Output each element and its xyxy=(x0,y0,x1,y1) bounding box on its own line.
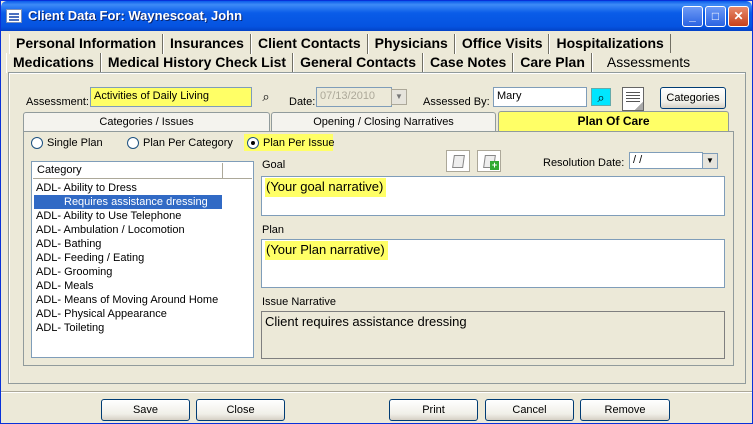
resolution-date-field[interactable]: / / xyxy=(629,152,703,169)
app-icon xyxy=(6,9,22,23)
issue-narrative-textarea[interactable]: Client requires assistance dressing xyxy=(261,311,725,359)
list-item-selected[interactable]: Requires assistance dressing xyxy=(34,195,222,209)
tab-categories-issues[interactable]: Categories / Issues xyxy=(23,112,270,132)
footer-divider xyxy=(1,391,752,393)
client-data-window: Client Data For: Waynescoat, John _ □ ✕ … xyxy=(0,0,753,424)
tab-case-notes[interactable]: Case Notes xyxy=(423,53,514,73)
radio-plan-per-issue[interactable] xyxy=(247,137,259,149)
tab-insurances[interactable]: Insurances xyxy=(163,34,251,54)
tab-care-plan[interactable]: Care Plan xyxy=(513,53,592,73)
issue-narrative-label: Issue Narrative xyxy=(262,296,336,308)
list-item[interactable]: ADL- Means of Moving Around Home xyxy=(36,293,218,307)
close-button[interactable]: Close xyxy=(196,399,285,421)
minimize-button[interactable]: _ xyxy=(682,6,703,27)
tab-office-visits[interactable]: Office Visits xyxy=(454,34,550,54)
tab-general-contacts[interactable]: General Contacts xyxy=(293,53,424,73)
list-item[interactable]: ADL- Physical Appearance xyxy=(36,307,167,321)
notepad-icon[interactable] xyxy=(622,87,644,111)
window-title: Client Data For: Waynescoat, John xyxy=(28,8,243,23)
list-item[interactable]: ADL- Bathing xyxy=(36,237,101,251)
assessed-by-field[interactable]: Mary xyxy=(493,87,587,107)
resolution-date-dropdown-button[interactable]: ▼ xyxy=(702,153,718,169)
category-list[interactable]: Category ADL- Ability to Dress Requires … xyxy=(31,161,254,358)
goal-text: (Your goal narrative) xyxy=(265,178,387,197)
list-item[interactable]: ADL- Toileting xyxy=(36,321,104,335)
tab-client-contacts[interactable]: Client Contacts xyxy=(250,34,368,54)
tab-hospitalizations[interactable]: Hospitalizations xyxy=(549,34,671,54)
assessment-label: Assessment: xyxy=(26,96,89,108)
plan-textarea[interactable]: (Your Plan narrative) xyxy=(261,239,725,288)
save-button[interactable]: Save xyxy=(101,399,190,421)
date-field[interactable]: 07/13/2010 xyxy=(316,87,392,107)
goal-textarea[interactable]: (Your goal narrative) xyxy=(261,176,725,216)
list-item[interactable]: ADL- Meals xyxy=(36,279,93,293)
plan-text: (Your Plan narrative) xyxy=(265,241,388,260)
close-window-button[interactable]: ✕ xyxy=(728,6,749,27)
radio-plan-per-issue-label: Plan Per Issue xyxy=(263,137,335,149)
radio-plan-per-category-label: Plan Per Category xyxy=(143,137,233,149)
add-sheet-icon[interactable]: + xyxy=(477,150,501,172)
binoculars-icon[interactable]: ⌕ xyxy=(256,88,276,106)
tab-plan-of-care[interactable]: Plan Of Care xyxy=(498,111,729,133)
maximize-button[interactable]: □ xyxy=(705,6,726,27)
cancel-button[interactable]: Cancel xyxy=(485,399,574,421)
radio-single-plan-label: Single Plan xyxy=(47,137,103,149)
date-dropdown-button[interactable]: ▼ xyxy=(391,89,407,105)
tab-assessments[interactable]: Assessments xyxy=(591,53,705,73)
print-button[interactable]: Print xyxy=(389,399,478,421)
assessed-by-label: Assessed By: xyxy=(423,96,490,108)
list-item[interactable]: ADL- Feeding / Eating xyxy=(36,251,144,265)
plan-label: Plan xyxy=(262,224,285,236)
top-tabs-row-1: Personal Information Insurances Client C… xyxy=(9,34,671,54)
radio-single-plan[interactable] xyxy=(31,137,43,149)
assessment-field[interactable]: Activities of Daily Living xyxy=(90,87,252,107)
resolution-date-label: Resolution Date: xyxy=(543,157,625,169)
top-tabs-row-2: Medications Medical History Check List G… xyxy=(6,53,705,73)
tab-personal-information[interactable]: Personal Information xyxy=(9,34,164,54)
category-list-header: Category xyxy=(33,163,252,179)
list-item[interactable]: ADL- Ambulation / Locomotion xyxy=(36,223,185,237)
category-column-header[interactable]: Category xyxy=(33,163,223,179)
title-bar: Client Data For: Waynescoat, John _ □ ✕ xyxy=(1,1,752,31)
tab-medications[interactable]: Medications xyxy=(6,53,101,73)
categories-button[interactable]: Categories xyxy=(660,87,726,109)
remove-button[interactable]: Remove xyxy=(580,399,670,421)
radio-plan-per-category[interactable] xyxy=(127,137,139,149)
list-item[interactable]: ADL- Grooming xyxy=(36,265,112,279)
tab-medical-history-check-list[interactable]: Medical History Check List xyxy=(100,53,294,73)
list-item[interactable]: ADL- Ability to Use Telephone xyxy=(36,209,181,223)
issue-narrative-text: Client requires assistance dressing xyxy=(265,314,467,329)
list-item[interactable]: ADL- Ability to Dress xyxy=(36,181,137,195)
edit-sheet-icon[interactable] xyxy=(446,150,470,172)
date-label: Date: xyxy=(289,96,316,108)
goal-label: Goal xyxy=(262,159,286,171)
tab-opening-closing-narratives[interactable]: Opening / Closing Narratives xyxy=(271,112,496,132)
assessed-by-binoculars-icon[interactable]: ⌕ xyxy=(591,88,611,106)
tab-physicians[interactable]: Physicians xyxy=(367,34,455,54)
